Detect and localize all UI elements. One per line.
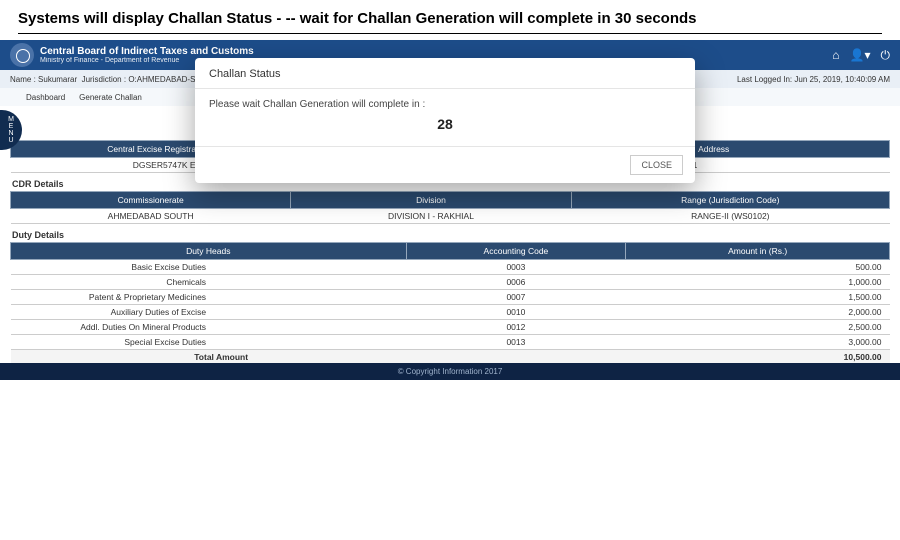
- table-row: Chemicals00061,000.00: [11, 275, 890, 290]
- cell-duty-head: Patent & Proprietary Medicines: [11, 290, 407, 305]
- crumb-dashboard[interactable]: Dashboard: [26, 93, 65, 102]
- footer-copyright: © Copyright Information 2017: [0, 363, 900, 380]
- col-amount: Amount in (Rs.): [626, 243, 890, 260]
- cell-amount: 1,000.00: [626, 275, 890, 290]
- close-button[interactable]: CLOSE: [630, 155, 683, 175]
- cell-amount: 1,500.00: [626, 290, 890, 305]
- cell-code: 0013: [406, 335, 626, 350]
- col-commissionerate: Commissionerate: [11, 192, 291, 209]
- jurisdiction-label: Jurisdiction :: [82, 75, 126, 84]
- cell-code: 0003: [406, 260, 626, 275]
- table-row: Special Excise Duties00133,000.00: [11, 335, 890, 350]
- cell-duty-head: Chemicals: [11, 275, 407, 290]
- modal-message: Please wait Challan Generation will comp…: [209, 99, 681, 110]
- table-row: Auxiliary Duties of Excise00102,000.00: [11, 305, 890, 320]
- col-duty-heads: Duty Heads: [11, 243, 407, 260]
- cell-amount: 3,000.00: [626, 335, 890, 350]
- user-icon[interactable]: 👤▾: [850, 48, 871, 63]
- cell-code: 0010: [406, 305, 626, 320]
- table-row: Patent & Proprietary Medicines00071,500.…: [11, 290, 890, 305]
- col-range: Range (Jurisdiction Code): [571, 192, 889, 209]
- name-value: Sukumarar: [38, 75, 77, 84]
- instruction-text: Systems will display Challan Status - --…: [0, 0, 900, 33]
- instruction-underline: [18, 33, 882, 34]
- cell-amount: 2,500.00: [626, 320, 890, 335]
- cell-code: 0006: [406, 275, 626, 290]
- cell-code: 0007: [406, 290, 626, 305]
- emblem-icon: [10, 43, 34, 67]
- cell-duty-head: Auxiliary Duties of Excise: [11, 305, 407, 320]
- header-title: Central Board of Indirect Taxes and Cust…: [40, 46, 254, 57]
- table-row: Basic Excise Duties0003500.00: [11, 260, 890, 275]
- cell-code: 0012: [406, 320, 626, 335]
- col-accounting-code: Accounting Code: [406, 243, 626, 260]
- cell-duty-head: Addl. Duties On Mineral Products: [11, 320, 407, 335]
- cell-division: DIVISION I - RAKHIAL: [291, 209, 571, 224]
- modal-countdown: 28: [209, 110, 681, 142]
- col-division: Division: [291, 192, 571, 209]
- name-label: Name :: [10, 75, 36, 84]
- challan-status-modal: Challan Status Please wait Challan Gener…: [195, 58, 695, 183]
- cell-range: RANGE-II (WS0102): [571, 209, 889, 224]
- home-icon[interactable]: ⌂: [832, 48, 839, 63]
- table-row: Addl. Duties On Mineral Products00122,50…: [11, 320, 890, 335]
- power-icon[interactable]: ⏻: [881, 48, 891, 63]
- cdr-table: Commissionerate Division Range (Jurisdic…: [10, 191, 890, 224]
- cell-duty-head: Special Excise Duties: [11, 335, 407, 350]
- table-row: AHMEDABAD SOUTH DIVISION I - RAKHIAL RAN…: [11, 209, 890, 224]
- cell-commissionerate: AHMEDABAD SOUTH: [11, 209, 291, 224]
- modal-title: Challan Status: [195, 58, 695, 89]
- cell-duty-head: Basic Excise Duties: [11, 260, 407, 275]
- duty-table: Duty Heads Accounting Code Amount in (Rs…: [10, 242, 890, 380]
- duty-section-label: Duty Details: [12, 230, 888, 240]
- last-login: Last Logged In: Jun 25, 2019, 10:40:09 A…: [737, 75, 890, 84]
- cell-amount: 500.00: [626, 260, 890, 275]
- crumb-generate-challan[interactable]: Generate Challan: [79, 93, 142, 102]
- cell-amount: 2,000.00: [626, 305, 890, 320]
